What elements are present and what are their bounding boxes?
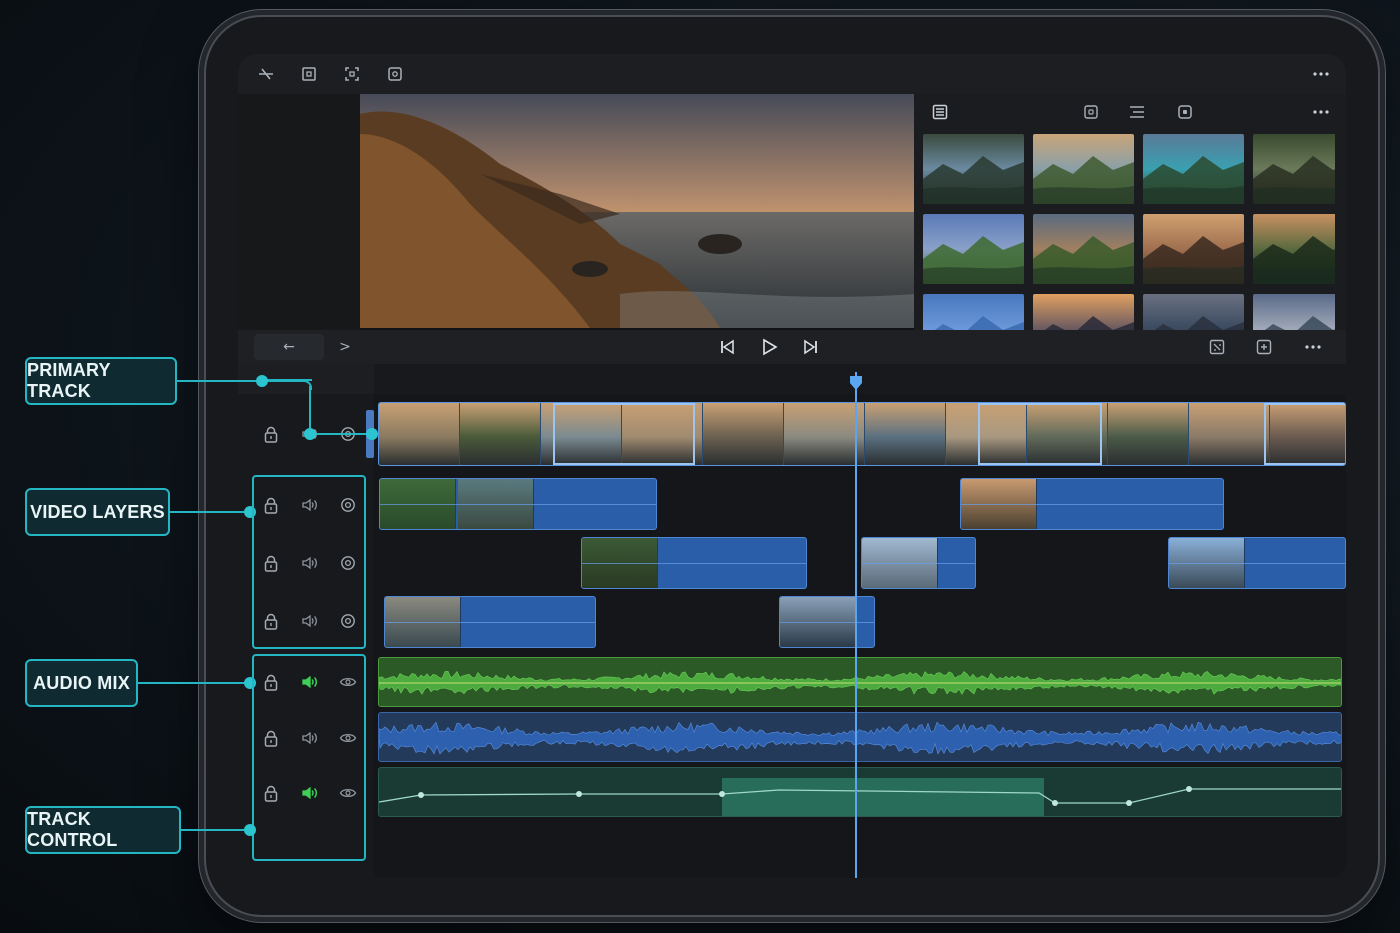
thumbnail-lake-trees[interactable] bbox=[1253, 214, 1335, 284]
thumbnail-sky-blue[interactable] bbox=[923, 294, 1024, 330]
connector-dot bbox=[256, 375, 268, 387]
editor-screen: ← > bbox=[238, 54, 1346, 878]
thumbnail-river-canyon[interactable] bbox=[923, 134, 1024, 204]
video-layer-clip[interactable] bbox=[861, 537, 976, 589]
fit-icon[interactable] bbox=[1206, 336, 1228, 358]
playhead-handle[interactable] bbox=[849, 375, 863, 391]
filmstrip-frame bbox=[1189, 403, 1270, 465]
filmstrip-frame bbox=[703, 403, 784, 465]
thumbnail-valley-sunset[interactable] bbox=[1033, 214, 1134, 284]
selected-clip bbox=[1264, 403, 1345, 465]
bracket-video-layers bbox=[252, 475, 366, 649]
audio-clip-dialogue[interactable] bbox=[378, 712, 1342, 762]
callout-primary-track: PRIMARY TRACK bbox=[25, 357, 177, 405]
skip-forward-icon[interactable] bbox=[800, 336, 822, 358]
list-icon[interactable] bbox=[929, 101, 951, 123]
video-viewer bbox=[360, 94, 914, 328]
filmstrip-frame bbox=[1108, 403, 1189, 465]
connector-dot bbox=[304, 428, 316, 440]
more-icon[interactable] bbox=[1310, 63, 1332, 85]
thumbnail-sunset-horizon[interactable] bbox=[1033, 294, 1134, 330]
clip-volume-line bbox=[582, 563, 806, 564]
filmstrip-frame bbox=[460, 403, 541, 465]
add-icon[interactable] bbox=[1253, 336, 1275, 358]
trim-icon[interactable] bbox=[255, 63, 277, 85]
lock-icon[interactable] bbox=[260, 423, 282, 445]
connector-dot bbox=[244, 824, 256, 836]
thumbnail-lake-sunset[interactable] bbox=[1033, 134, 1134, 204]
video-layer-clip[interactable] bbox=[581, 537, 807, 589]
thumbnail-mountain-lake[interactable] bbox=[1143, 134, 1244, 204]
filmstrip-frame bbox=[784, 403, 865, 465]
thumbnail-mountains-dusk[interactable] bbox=[1143, 294, 1244, 330]
clip-volume-line bbox=[380, 504, 656, 505]
callout-video-layers: VIDEO LAYERS bbox=[25, 488, 170, 536]
viewer-frame bbox=[360, 94, 914, 328]
video-layer-clip[interactable] bbox=[960, 478, 1224, 530]
connector-dot bbox=[366, 428, 378, 440]
thumbnail-grid bbox=[923, 134, 1335, 330]
transport-bar: ← > bbox=[238, 330, 1346, 364]
clip-volume-line bbox=[961, 504, 1223, 505]
primary-storyline[interactable] bbox=[378, 402, 1346, 466]
more-icon[interactable] bbox=[1302, 336, 1324, 358]
filmstrip-frame bbox=[865, 403, 946, 465]
audio-clip-effects[interactable] bbox=[378, 767, 1342, 817]
stage: ← > PRIMARY TRACK VIDEO LAYERS AUDIO MIX TRAC… bbox=[0, 0, 1400, 933]
video-layer-clip[interactable] bbox=[779, 596, 875, 648]
thumbnail-coast-cliffs[interactable] bbox=[1143, 214, 1244, 284]
lines-icon[interactable] bbox=[1126, 101, 1148, 123]
more-icon[interactable] bbox=[1310, 101, 1332, 123]
connector-primary-track bbox=[310, 433, 372, 435]
stabilize-icon[interactable] bbox=[384, 63, 406, 85]
bracket-audio-mix bbox=[252, 654, 366, 861]
video-layer-clip[interactable] bbox=[384, 596, 596, 648]
forward-button[interactable]: > bbox=[334, 334, 356, 360]
clip-volume-line bbox=[385, 622, 595, 623]
clip-volume-line bbox=[862, 563, 975, 564]
playhead[interactable] bbox=[855, 372, 857, 878]
callout-audio-mix: AUDIO MIX bbox=[25, 659, 138, 707]
clip-icon[interactable] bbox=[1080, 101, 1102, 123]
callout-track-control: TRACK CONTROL bbox=[25, 806, 181, 854]
filmstrip-frame bbox=[379, 403, 460, 465]
video-layer-clip[interactable] bbox=[1168, 537, 1346, 589]
back-button[interactable]: ← bbox=[254, 334, 324, 360]
thumbnail-forest-path[interactable] bbox=[1253, 134, 1335, 204]
connector-primary-track bbox=[309, 386, 311, 428]
audio-clip-music[interactable] bbox=[378, 657, 1342, 707]
skip-back-icon[interactable] bbox=[716, 336, 738, 358]
connector-video-layers bbox=[170, 511, 250, 513]
crop-icon[interactable] bbox=[298, 63, 320, 85]
clip-volume-line bbox=[780, 622, 874, 623]
video-layer-clip[interactable] bbox=[379, 478, 657, 530]
connector-audio-mix bbox=[138, 682, 250, 684]
clip-volume-line bbox=[1169, 563, 1345, 564]
connector-track-control bbox=[181, 829, 250, 831]
selected-clip bbox=[978, 403, 1102, 465]
transform-icon[interactable] bbox=[341, 63, 363, 85]
connector-primary-track bbox=[177, 380, 262, 382]
play-icon[interactable] bbox=[758, 336, 780, 358]
thumbnail-alpine-meadow[interactable] bbox=[923, 214, 1024, 284]
inspector-panel bbox=[238, 94, 360, 330]
selected-clip bbox=[553, 403, 695, 465]
square-icon[interactable] bbox=[1174, 101, 1196, 123]
thumbnail-mountain-ridge[interactable] bbox=[1253, 294, 1335, 330]
